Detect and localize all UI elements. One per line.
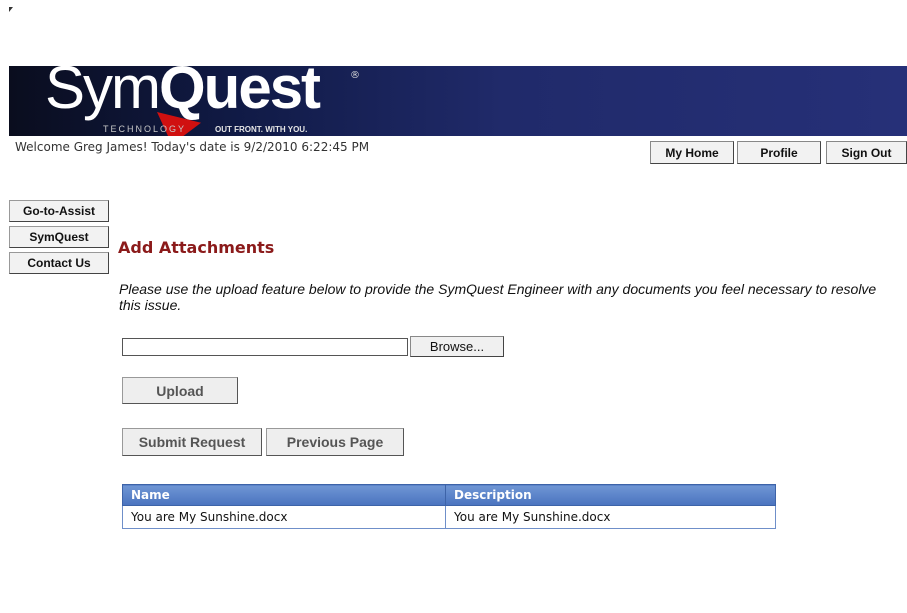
logo-registered-mark: ® bbox=[350, 70, 360, 81]
symquest-logo: SymQuest ® TECHNOLOGY OUT FRONT. WITH YO… bbox=[45, 66, 385, 136]
my-home-button[interactable]: My Home bbox=[650, 141, 734, 164]
upload-button[interactable]: Upload bbox=[122, 377, 238, 404]
table-cell-description: You are My Sunshine.docx bbox=[445, 505, 776, 529]
table-header-row: Name Description bbox=[122, 484, 776, 506]
column-header-name: Name bbox=[122, 484, 446, 506]
browse-button[interactable]: Browse... bbox=[410, 336, 504, 357]
profile-button[interactable]: Profile bbox=[737, 141, 821, 164]
submit-request-button[interactable]: Submit Request bbox=[122, 428, 262, 456]
logo-tagline-technology: TECHNOLOGY bbox=[103, 124, 187, 134]
side-nav: Go-to-Assist SymQuest Contact Us bbox=[9, 200, 109, 278]
side-nav-contact-us[interactable]: Contact Us bbox=[9, 252, 109, 274]
logo-tagline-slogan: OUT FRONT. WITH YOU. bbox=[215, 125, 308, 134]
welcome-message: Welcome Greg James! Today's date is 9/2/… bbox=[15, 140, 370, 154]
logo-wordmark: SymQuest bbox=[45, 66, 321, 121]
side-nav-go-to-assist[interactable]: Go-to-Assist bbox=[9, 200, 109, 222]
page-title: Add Attachments bbox=[118, 238, 275, 257]
table-row: You are My Sunshine.docx You are My Suns… bbox=[122, 505, 776, 529]
header-banner: SymQuest ® TECHNOLOGY OUT FRONT. WITH YO… bbox=[9, 66, 907, 136]
file-path-input[interactable] bbox=[122, 338, 408, 356]
side-nav-symquest[interactable]: SymQuest bbox=[9, 226, 109, 248]
upload-instructions: Please use the upload feature below to p… bbox=[119, 281, 877, 313]
attachments-table: Name Description You are My Sunshine.doc… bbox=[122, 484, 776, 529]
corner-mark bbox=[9, 7, 13, 12]
column-header-description: Description bbox=[445, 484, 776, 506]
previous-page-button[interactable]: Previous Page bbox=[266, 428, 404, 456]
sign-out-button[interactable]: Sign Out bbox=[826, 141, 907, 164]
table-cell-name: You are My Sunshine.docx bbox=[122, 505, 446, 529]
